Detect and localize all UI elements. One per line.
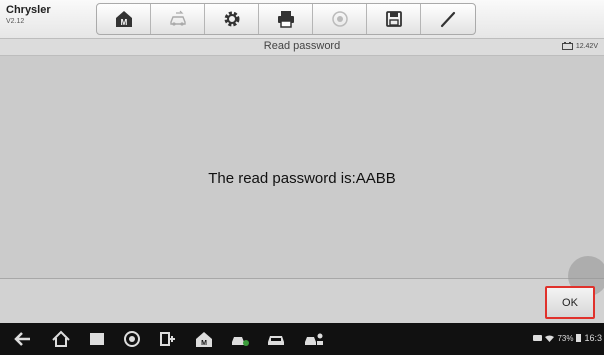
printer-icon <box>277 11 294 28</box>
print-button[interactable] <box>259 4 313 34</box>
battery-percent: 73% <box>557 333 574 343</box>
toolbar: M <box>96 3 476 35</box>
app-version: V2.12 <box>6 18 25 25</box>
home-icon[interactable] <box>50 329 72 349</box>
edit-button[interactable] <box>421 4 475 34</box>
save-button[interactable] <box>367 4 421 34</box>
main-panel: The read password is:AABB <box>0 56 604 279</box>
help-button[interactable] <box>313 4 367 34</box>
top-bar: Chrysler V2.12 M <box>0 0 604 39</box>
android-nav-bar: M 73% 16:3 <box>0 323 604 355</box>
maxi-home-icon[interactable]: M <box>193 329 215 349</box>
car-swap-icon <box>169 10 186 26</box>
help-icon <box>331 11 348 27</box>
sub-header: Read password 12.42V <box>0 39 604 56</box>
svg-text:M: M <box>120 18 127 27</box>
car-icon[interactable] <box>265 329 287 349</box>
app-title: Chrysler <box>6 4 51 16</box>
car-service-icon[interactable] <box>229 329 251 349</box>
clock: 16:3 <box>584 333 602 343</box>
browser-icon[interactable] <box>121 329 143 349</box>
voltage-indicator: 12.42V <box>561 42 598 50</box>
settings-button[interactable] <box>205 4 259 34</box>
battery-voltage-icon <box>561 42 573 50</box>
pen-icon <box>440 11 456 28</box>
back-icon[interactable] <box>12 329 34 349</box>
message-icon <box>533 334 543 341</box>
password-message: The read password is:AABB <box>208 170 396 187</box>
gear-icon <box>224 11 239 27</box>
battery-icon <box>576 334 582 342</box>
home-button[interactable]: M <box>97 4 151 34</box>
recent-apps-icon[interactable] <box>86 329 108 349</box>
footer-bar <box>0 279 604 323</box>
vehicle-swap-button[interactable] <box>151 4 205 34</box>
wifi-icon <box>545 335 555 342</box>
ok-button[interactable]: OK <box>545 286 595 319</box>
svg-text:M: M <box>201 340 207 347</box>
status-area: 73% 16:3 <box>533 333 602 343</box>
vci-connect-icon[interactable] <box>157 329 179 349</box>
floppy-icon <box>385 11 402 27</box>
voltage-value: 12.42V <box>575 42 598 50</box>
car-person-icon[interactable] <box>303 329 325 349</box>
page-title: Read password <box>263 40 341 52</box>
home-m-icon: M <box>115 11 132 27</box>
